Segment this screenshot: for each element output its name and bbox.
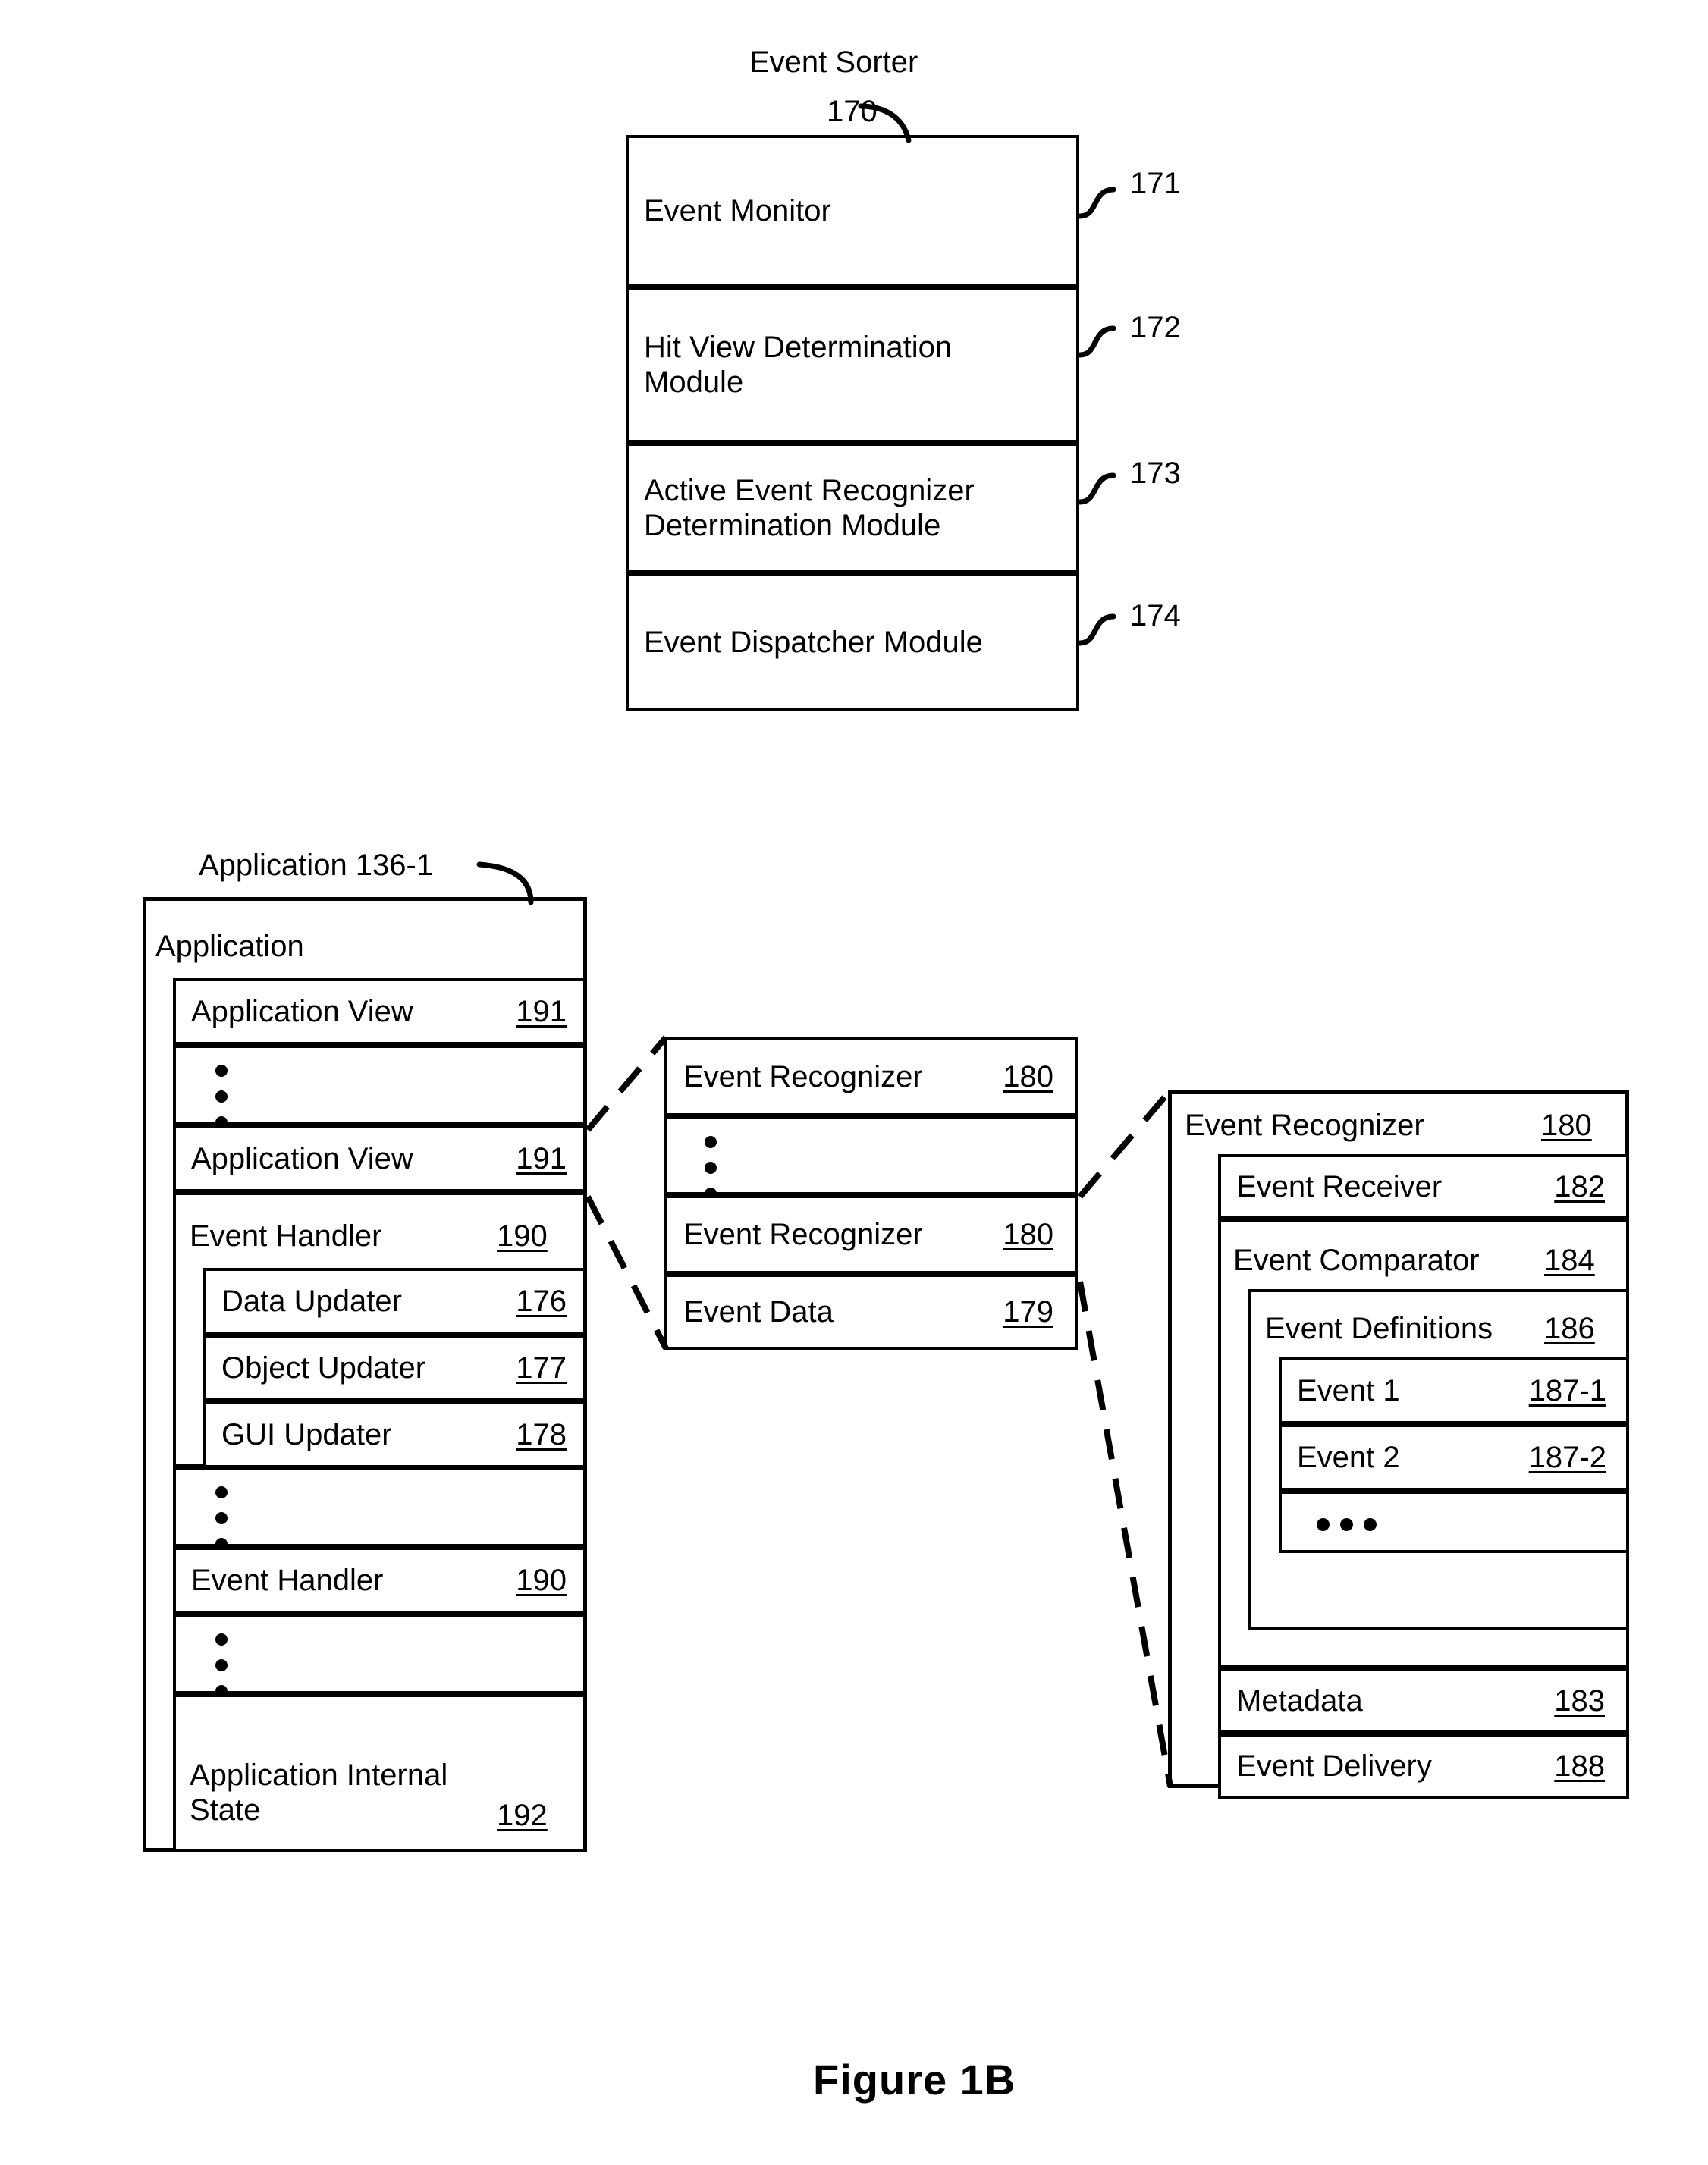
horizontal-ellipsis-icon <box>1317 1518 1377 1531</box>
event-definitions-ref: 186 <box>1544 1312 1595 1345</box>
event-handler-row-2: Event Handler 190 <box>173 1547 586 1614</box>
object-updater-ref: 177 <box>516 1351 567 1385</box>
application-header-label: Application <box>155 930 304 963</box>
vertical-ellipsis-icon <box>215 1633 228 1697</box>
application-leader-label: Application 136-1 <box>199 849 434 882</box>
event-handler-label: Event Handler <box>191 1564 384 1597</box>
event-handler-label: Event Handler <box>190 1219 382 1253</box>
event-sorter-row-hit-view: Hit View Determination Module <box>626 287 1079 443</box>
event-recognizer-detail-label: Event Recognizer <box>1185 1109 1424 1142</box>
event-definitions-label: Event Definitions <box>1265 1312 1493 1345</box>
event-2-ref: 187-2 <box>1528 1440 1606 1474</box>
application-view-ellipsis-row-1 <box>173 1045 586 1128</box>
event-delivery-row: Event Delivery 188 <box>1218 1734 1629 1799</box>
event-dispatcher-module-ref: 174 <box>1130 599 1181 632</box>
object-updater-row: Object Updater 177 <box>203 1335 586 1401</box>
data-updater-row: Data Updater 176 <box>203 1268 586 1335</box>
application-view-row-2: Application View 191 <box>173 1125 586 1192</box>
vertical-ellipsis-icon <box>705 1136 717 1200</box>
event-data-row: Event Data 179 <box>664 1274 1078 1350</box>
vertical-ellipsis-icon <box>215 1065 228 1128</box>
application-view-label: Application View <box>191 1142 413 1175</box>
event-comparator-label: Event Comparator <box>1233 1244 1480 1277</box>
event-handler-ellipsis-row-1 <box>173 1467 586 1550</box>
event-1-label: Event 1 <box>1297 1374 1400 1407</box>
event-definitions-ellipsis-row <box>1279 1491 1629 1553</box>
event-comparator-ref: 184 <box>1544 1244 1595 1277</box>
event-sorter-row-dispatcher: Event Dispatcher Module <box>626 573 1079 711</box>
event-delivery-label: Event Delivery <box>1236 1749 1432 1783</box>
event-data-label: Event Data <box>683 1295 834 1329</box>
event-sorter-row-active-recognizer: Active Event Recognizer Determination Mo… <box>626 443 1079 573</box>
event-recognizer-list-row-1: Event Recognizer 180 <box>664 1037 1078 1116</box>
active-event-recognizer-determination-module-ref: 173 <box>1130 457 1181 490</box>
event-2-row: Event 2 187-2 <box>1279 1424 1629 1491</box>
event-dispatcher-module-label: Event Dispatcher Module <box>644 626 983 659</box>
application-internal-state-ref: 192 <box>497 1799 548 1832</box>
event-receiver-label: Event Receiver <box>1236 1170 1443 1203</box>
event-handler-ref: 190 <box>516 1563 567 1597</box>
gui-updater-row: GUI Updater 178 <box>203 1401 586 1468</box>
metadata-row: Metadata 183 <box>1218 1668 1629 1734</box>
data-updater-ref: 176 <box>516 1284 567 1318</box>
figure-caption: Figure 1B <box>813 2056 1016 2104</box>
hit-view-determination-module-ref: 172 <box>1130 311 1181 344</box>
object-updater-label: Object Updater <box>221 1351 426 1385</box>
metadata-label: Metadata <box>1236 1684 1363 1718</box>
gui-updater-label: GUI Updater <box>221 1418 392 1451</box>
application-view-ref: 191 <box>516 994 567 1028</box>
event-recognizer-ref: 180 <box>1003 1059 1053 1093</box>
event-receiver-row: Event Receiver 182 <box>1218 1154 1629 1219</box>
event-recognizer-label: Event Recognizer <box>683 1060 923 1093</box>
event-sorter-row-event-monitor: Event Monitor <box>626 135 1079 287</box>
event-monitor-ref: 171 <box>1130 167 1181 200</box>
event-delivery-ref: 188 <box>1554 1749 1605 1783</box>
hit-view-determination-module-label: Hit View Determination Module <box>644 331 953 399</box>
application-view-ref: 191 <box>516 1141 567 1175</box>
event-recognizer-list-ellipsis-row <box>664 1116 1078 1200</box>
event-receiver-ref: 182 <box>1554 1169 1605 1203</box>
application-internal-state-label: Application Internal State <box>190 1759 448 1827</box>
figure-1b-diagram: Event Sorter 170 Event Monitor 171 Hit V… <box>0 0 1708 2165</box>
event-sorter-title: Event Sorter <box>749 45 918 79</box>
event-recognizer-detail-ref: 180 <box>1541 1109 1592 1142</box>
vertical-ellipsis-icon <box>215 1486 228 1550</box>
data-updater-label: Data Updater <box>221 1285 402 1318</box>
event-1-ref: 187-1 <box>1528 1373 1606 1407</box>
event-recognizer-list-row-2: Event Recognizer 180 <box>664 1195 1078 1274</box>
event-1-row: Event 1 187-1 <box>1279 1357 1629 1424</box>
event-recognizer-ref: 180 <box>1003 1217 1053 1251</box>
event-recognizer-label: Event Recognizer <box>683 1218 923 1251</box>
event-handler-ref: 190 <box>497 1219 548 1253</box>
event-handler-ellipsis-row-2 <box>173 1614 586 1697</box>
active-event-recognizer-determination-module-label: Active Event Recognizer Determination Mo… <box>644 474 975 542</box>
application-view-label: Application View <box>191 995 413 1028</box>
gui-updater-ref: 178 <box>516 1417 567 1451</box>
event-data-ref: 179 <box>1003 1294 1053 1329</box>
event-monitor-label: Event Monitor <box>644 194 831 227</box>
metadata-ref: 183 <box>1554 1683 1605 1718</box>
event-sorter-ref: 170 <box>827 95 878 128</box>
event-2-label: Event 2 <box>1297 1441 1400 1474</box>
application-view-row-1: Application View 191 <box>173 978 586 1045</box>
